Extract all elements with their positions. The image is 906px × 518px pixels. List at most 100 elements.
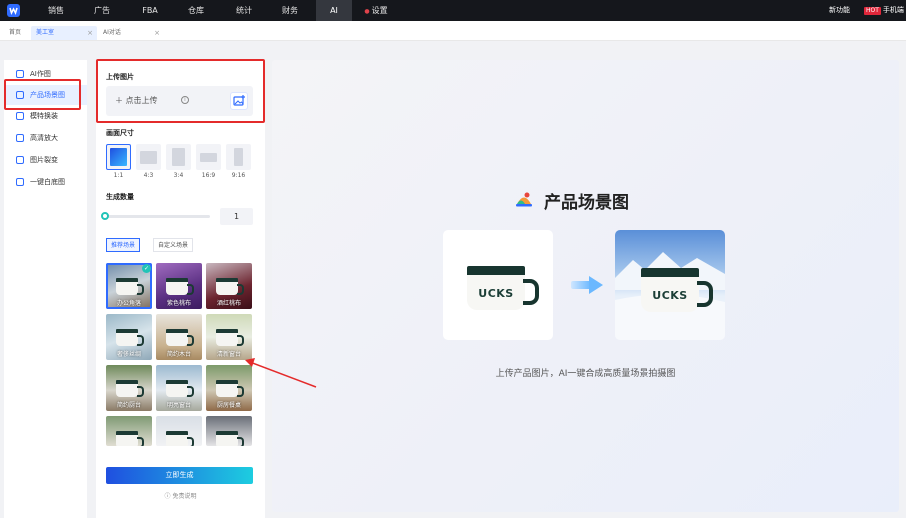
tool-menu: AI作图 产品场景图 模特换装 高清放大 图片裂变 一键白底图: [4, 60, 87, 518]
result-scene-card: UCKS: [615, 230, 725, 340]
count-slider-handle[interactable]: [101, 212, 109, 220]
scene-label: 奢侈丝绸: [116, 351, 141, 358]
nav-finance[interactable]: 财务: [272, 0, 308, 21]
menu-item-white-background[interactable]: 一键白底图: [4, 172, 87, 192]
tab-recommended-scenes[interactable]: 推荐场景: [106, 238, 141, 252]
ratio-16-9[interactable]: [196, 144, 221, 170]
source-product-card: UCKS: [443, 230, 553, 340]
ratio-shape: [140, 151, 157, 164]
scene-label: 办公角落: [116, 300, 141, 307]
check-icon: ✓: [142, 264, 151, 273]
mug-image: [116, 278, 144, 295]
mobile-link[interactable]: HOT 手机端: [864, 0, 904, 21]
nav-warehouse[interactable]: 仓库: [178, 0, 214, 21]
scene-thumb-office[interactable]: ✓ 办公角落: [106, 263, 152, 309]
preview-title: 产品场景图: [544, 193, 629, 213]
ratio-label: 4:3: [143, 172, 154, 179]
scene-thumb-more-3[interactable]: [206, 416, 252, 446]
count-input[interactable]: 1: [220, 208, 253, 225]
mug-image: [116, 380, 144, 397]
ratio-label: 16:9: [201, 172, 216, 179]
app-logo-icon[interactable]: [7, 4, 20, 17]
tab-ai-chat[interactable]: AI对话 ×: [98, 26, 164, 40]
scene-thumb-bright-window[interactable]: 明亮窗台: [156, 365, 202, 411]
nav-ads[interactable]: 广告: [84, 0, 120, 21]
mug-image: [216, 278, 244, 295]
mug-image: [216, 329, 244, 346]
scene-thumb-wine-cloth[interactable]: 酒红桃布: [206, 263, 252, 309]
mug-image: [116, 329, 144, 346]
annotation-highlight-menu: [4, 79, 81, 110]
mug-image: UCKS: [467, 266, 539, 310]
new-features-link[interactable]: 新功能: [829, 0, 850, 21]
nav-stats[interactable]: 统计: [226, 0, 262, 21]
mug-image: [166, 278, 194, 295]
ratio-1-1[interactable]: [106, 144, 131, 170]
generate-button[interactable]: 立即生成: [106, 467, 253, 484]
tab-ai-chat-label: AI对话: [103, 29, 121, 36]
close-icon[interactable]: ×: [154, 26, 160, 40]
scene-label: 简约厨台: [116, 402, 141, 409]
nav-sales[interactable]: 销售: [38, 0, 74, 21]
mug-image: [166, 431, 194, 446]
menu-item-label: AI作图: [30, 70, 51, 78]
ratio-shape: [110, 148, 127, 166]
person-icon: [16, 112, 24, 120]
ratio-3-4[interactable]: [166, 144, 191, 170]
scene-thumb-purple-cloth[interactable]: 紫色桃布: [156, 263, 202, 309]
scene-label: 清新窗台: [216, 351, 241, 358]
mug-image: [166, 329, 194, 346]
nav-fba[interactable]: FBA: [132, 0, 168, 21]
white-bg-icon: [16, 178, 24, 186]
tab-bar: 首页 美工室 × AI对话 ×: [0, 21, 906, 41]
scene-label: 简约木台: [166, 351, 191, 358]
ratio-shape: [234, 148, 243, 166]
tab-studio[interactable]: 美工室 ×: [31, 26, 97, 40]
disclaimer-link[interactable]: ⓘ 免责说明: [96, 491, 265, 500]
ratio-9-16[interactable]: [226, 144, 251, 170]
scene-thumb-kitchen-counter[interactable]: 简约厨台: [106, 365, 152, 411]
scene-thumb-dining-table[interactable]: 厨房餐桌: [206, 365, 252, 411]
count-slider[interactable]: [106, 215, 210, 218]
menu-item-label: 模特换装: [30, 112, 58, 120]
nav-settings[interactable]: ● 设置: [358, 0, 394, 21]
tab-custom-scenes[interactable]: 自定义场景: [153, 238, 194, 252]
preview-caption: 上传产品图片，AI一键合成高质量场景拍摄图: [495, 369, 676, 379]
count-title: 生成数量: [106, 193, 134, 201]
tab-studio-label: 美工室: [36, 29, 55, 36]
mug-image: [216, 380, 244, 397]
ratio-label: 3:4: [173, 172, 184, 179]
ratio-4-3[interactable]: [136, 144, 161, 170]
scene-logo-icon: [516, 192, 532, 207]
mug-image: [216, 431, 244, 446]
scene-thumb-fresh-window[interactable]: 清新窗台: [206, 314, 252, 360]
ratio-shape: [200, 153, 217, 162]
annotation-highlight-upload: [96, 59, 265, 123]
tab-home[interactable]: 首页: [4, 26, 26, 40]
menu-item-upscale[interactable]: 高清放大: [4, 128, 87, 148]
scene-thumb-more-2[interactable]: [156, 416, 202, 446]
scene-thumb-silk[interactable]: 奢侈丝绸: [106, 314, 152, 360]
enlarge-icon: [16, 134, 24, 142]
ratio-label: 9:16: [231, 172, 246, 179]
menu-item-label: 高清放大: [30, 134, 58, 142]
mug-image: UCKS: [641, 268, 713, 312]
nav-settings-label: 设置: [371, 6, 388, 15]
scene-thumb-wood-table[interactable]: 简约木台: [156, 314, 202, 360]
scene-label: 紫色桃布: [166, 300, 191, 307]
split-icon: [16, 156, 24, 164]
mug-brand-text: UCKS: [652, 289, 688, 302]
mug-image: [166, 380, 194, 397]
menu-item-label: 一键白底图: [30, 178, 65, 186]
size-title: 画面尺寸: [106, 129, 134, 137]
settings-dot-icon: ●: [364, 8, 370, 15]
menu-item-image-variation[interactable]: 图片裂变: [4, 150, 87, 170]
scene-thumb-more-1[interactable]: [106, 416, 152, 446]
close-icon[interactable]: ×: [87, 26, 93, 40]
mug-brand-text: UCKS: [478, 287, 514, 300]
scene-label: 厨房餐桌: [216, 402, 241, 409]
preview-area: 产品场景图 UCKS UCKS 上传产品图片，AI一键合成高质量场景拍摄图: [272, 60, 899, 512]
hot-badge: HOT: [864, 7, 881, 15]
settings-panel: 上传图片 ＋ 点击上传 i 画面尺寸 1:1 4:3 3:4 16:9 9:16…: [96, 60, 265, 518]
nav-ai[interactable]: AI: [316, 0, 352, 21]
